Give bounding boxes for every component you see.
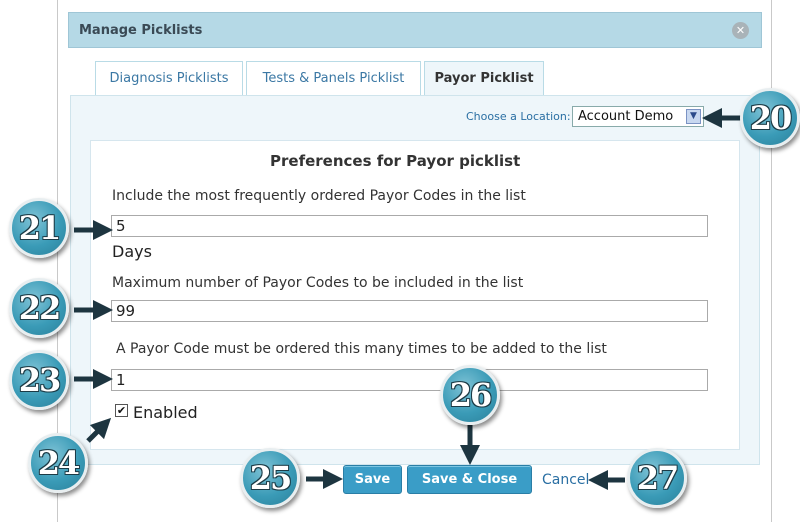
callout-27: 27 [627,448,687,508]
callout-25: 25 [240,448,300,508]
arrow-24 [86,417,112,443]
callout-23: 23 [9,350,69,410]
callout-22: 22 [9,278,69,338]
callout-20: 20 [740,88,800,148]
callout-21: 21 [9,198,69,258]
callout-24: 24 [28,433,88,493]
callout-arrows [74,108,742,490]
callout-26: 26 [440,365,500,425]
